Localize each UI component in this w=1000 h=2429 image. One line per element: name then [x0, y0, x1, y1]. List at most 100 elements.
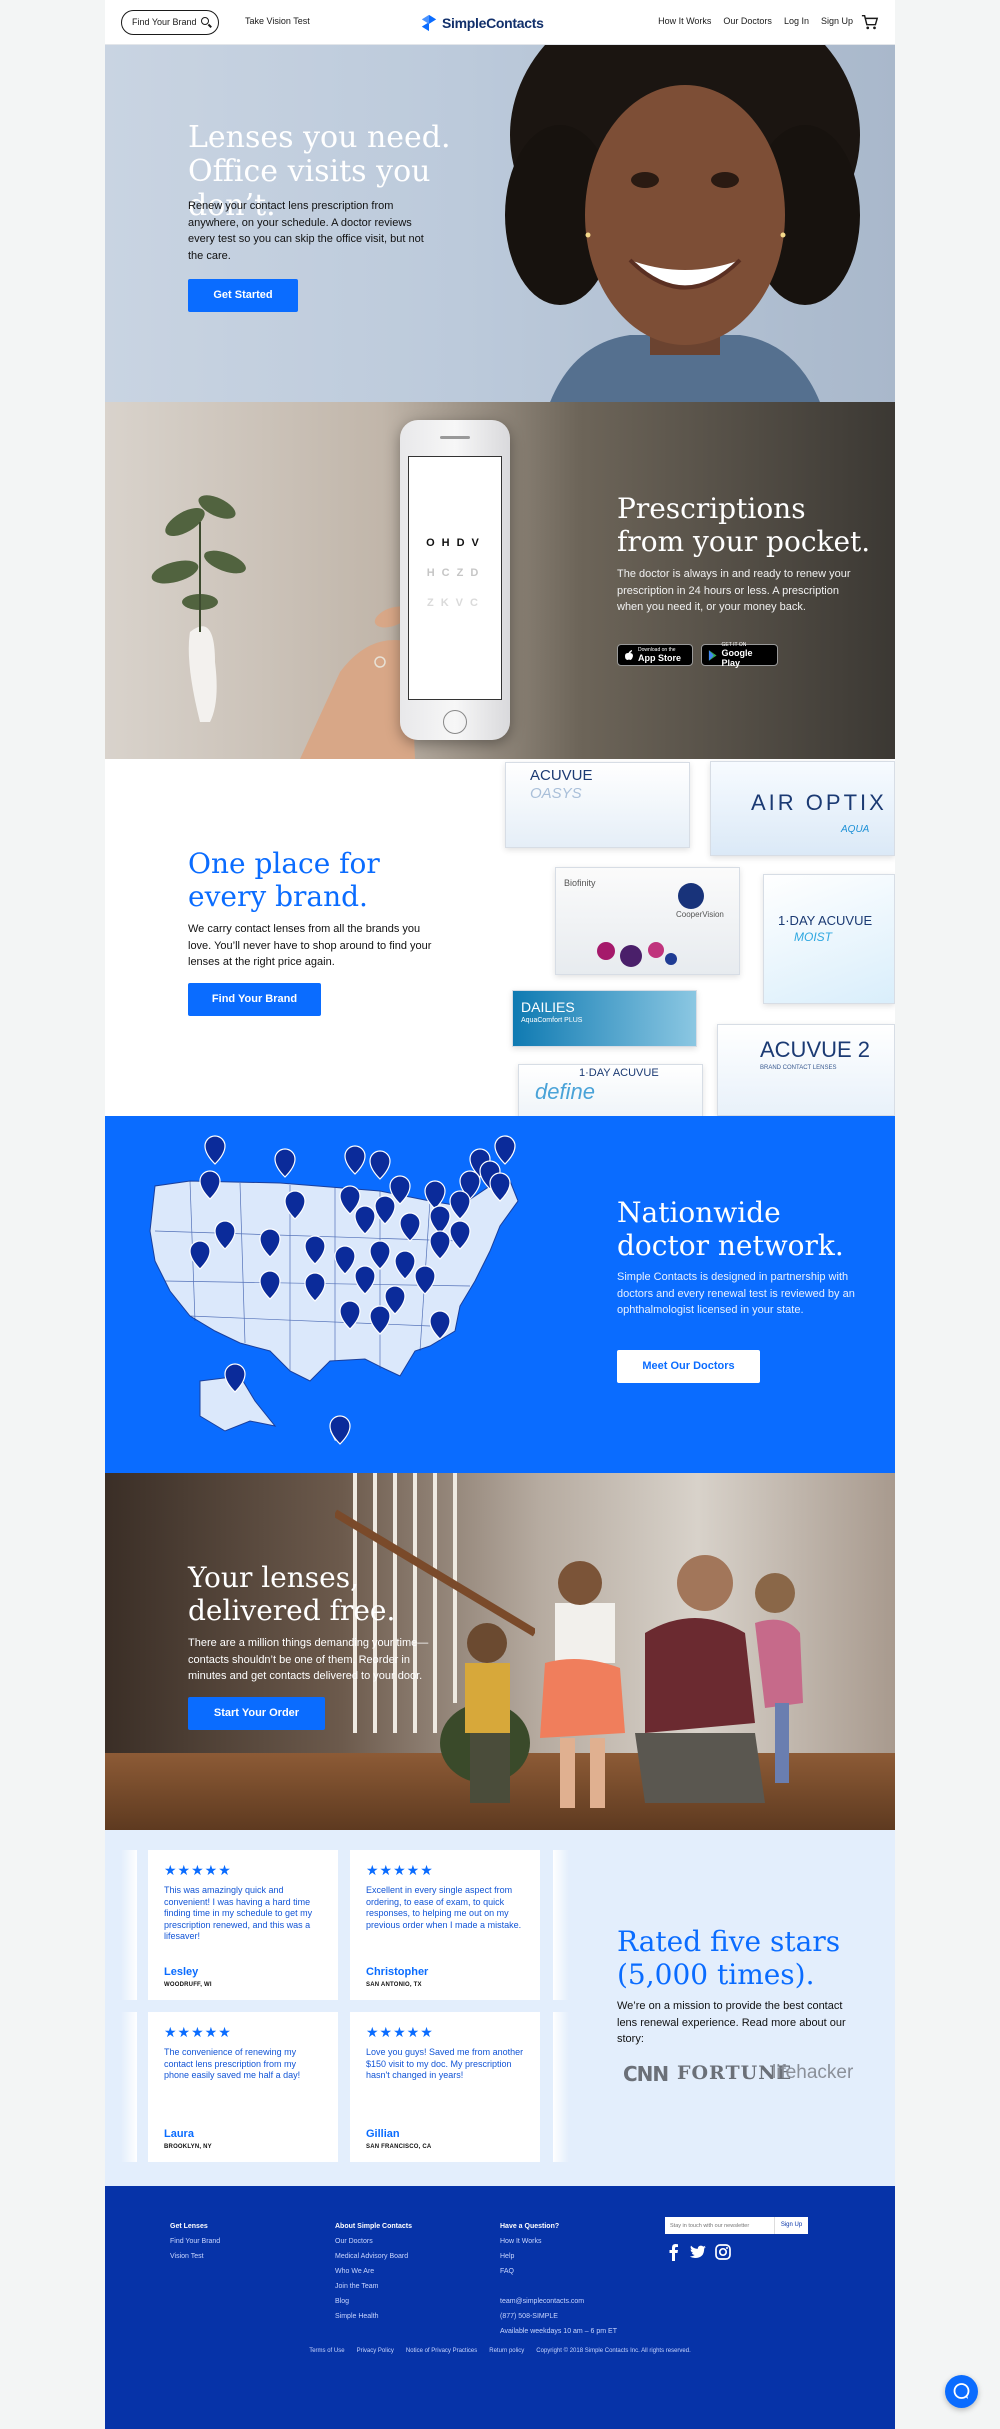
google-play-icon	[708, 649, 717, 661]
footer-link-join-team[interactable]: Join the Team	[335, 2279, 412, 2294]
footer-phone-link[interactable]: (877) 508-SIMPLE	[500, 2309, 617, 2324]
chat-widget-button[interactable]	[945, 2375, 978, 2408]
prescriptions-title: Prescriptions from your pocket.	[617, 492, 877, 558]
footer-link-blog[interactable]: Blog	[335, 2294, 412, 2309]
reviews-body: We’re on a mission to provide the best c…	[617, 2000, 846, 2045]
google-play-badge[interactable]: GET IT ON Google Play	[701, 642, 778, 668]
start-your-order-button[interactable]: Start Your Order	[188, 1697, 325, 1730]
footer-link-how-it-works[interactable]: How It Works	[500, 2234, 617, 2249]
brand-sub: AquaComfort PLUS	[521, 1017, 583, 1024]
review-card-partial-right	[553, 1850, 569, 2000]
brand-box-dailies[interactable]: DAILIES AquaComfort PLUS	[512, 990, 697, 1047]
brand-name: AIR OPTIX	[751, 790, 887, 815]
newsletter-email-input[interactable]	[665, 2217, 774, 2234]
doctors-title: Nationwide doctor network.	[617, 1196, 867, 1262]
review-text: The convenience of renewing my contact l…	[164, 2047, 301, 2080]
reviewer-location: WOODRUFF, WI	[164, 1982, 212, 1988]
footer-heading: About Simple Contacts	[335, 2223, 413, 2230]
footer-link-faq[interactable]: FAQ	[500, 2264, 617, 2279]
privacy-policy-link[interactable]: Privacy Policy	[357, 2348, 394, 2354]
five-star-rating: ★★★★★	[366, 1862, 434, 1878]
press-logo-lifehacker[interactable]: lifehacker	[772, 2062, 853, 2084]
brand-name: 1·DAY ACUVUE	[579, 1067, 659, 1079]
brand-sub: MOIST	[794, 930, 832, 944]
reviewer-location: SAN FRANCISCO, CA	[366, 2144, 432, 2150]
brands-title-line1: One place for	[188, 847, 380, 880]
cart-icon[interactable]	[861, 13, 879, 31]
brand-box-acuvue-define[interactable]: 1·DAY ACUVUE define	[518, 1064, 703, 1116]
apple-icon	[625, 650, 633, 660]
newsletter-form: Sign Up	[665, 2217, 808, 2234]
reviewer-name: Lesley	[164, 1966, 199, 1978]
brand-name: ACUVUE	[530, 767, 593, 784]
five-star-rating: ★★★★★	[366, 2024, 434, 2040]
footer-col-about: About Simple Contacts Our Doctors Medica…	[335, 2219, 412, 2324]
doctors-title-line2: doctor network.	[617, 1229, 844, 1262]
return-policy-link[interactable]: Return policy	[489, 2348, 524, 2354]
hero-section: Lenses you need. Office visits you don’t…	[105, 45, 895, 402]
copyright-text: Copyright © 2018 Simple Contacts Inc. Al…	[536, 2348, 691, 2354]
newsletter-sign-up-button[interactable]: Sign Up	[774, 2217, 808, 2234]
google-play-label: Google Play	[721, 648, 753, 668]
terms-of-use-link[interactable]: Terms of Use	[309, 2348, 344, 2354]
footer-link-find-brand[interactable]: Find Your Brand	[170, 2234, 220, 2249]
footer-link-simple-health[interactable]: Simple Health	[335, 2309, 412, 2324]
brands-title: One place for every brand.	[188, 847, 438, 913]
footer-link-medical-board[interactable]: Medical Advisory Board	[335, 2249, 412, 2264]
brand-sub: define	[535, 1079, 595, 1104]
facebook-icon[interactable]	[665, 2243, 683, 2261]
get-started-button[interactable]: Get Started	[188, 279, 298, 312]
review-text: Excellent in every single aspect from or…	[366, 1885, 522, 1930]
nav-our-doctors[interactable]: Our Doctors	[723, 16, 772, 26]
footer-heading: Have a Question?	[500, 2223, 560, 2230]
brand-box-acuvue-moist[interactable]: 1·DAY ACUVUE MOIST	[763, 874, 895, 1004]
instagram-icon[interactable]	[714, 2243, 732, 2261]
logo[interactable]: SimpleContacts	[420, 12, 544, 34]
meet-our-doctors-button[interactable]: Meet Our Doctors	[617, 1350, 760, 1383]
footer-legal: Terms of Use Privacy Policy Notice of Pr…	[105, 2348, 895, 2354]
nav-sign-up[interactable]: Sign Up	[821, 16, 853, 26]
press-logo-cnn[interactable]: CNN	[623, 2062, 669, 2086]
find-your-brand-button[interactable]: Find Your Brand	[188, 983, 321, 1016]
app-store-badge[interactable]: Download on the App Store	[617, 644, 693, 666]
reviews-title-line1: Rated five stars	[617, 1925, 841, 1958]
main-nav: How It Works Our Doctors Log In Sign Up	[658, 16, 853, 26]
review-card-partial-left	[121, 1850, 137, 2000]
family-photo	[440, 1555, 803, 1808]
review-card-partial-right	[553, 2012, 569, 2162]
brand-sub: OASYS	[530, 785, 582, 802]
phone-mockup: OHDV HCZD ZKVC	[400, 420, 510, 740]
review-text: Love you guys! Saved me from another $15…	[366, 2047, 524, 2080]
brand-box-air-optix[interactable]: AIR OPTIX AQUA	[710, 761, 895, 856]
reviewer-name: Christopher	[366, 1966, 429, 1978]
nav-how-it-works[interactable]: How It Works	[658, 16, 711, 26]
app-store-label: App Store	[638, 653, 682, 663]
reviewer-name: Laura	[164, 2128, 194, 2140]
footer-link-vision-test[interactable]: Vision Test	[170, 2249, 220, 2264]
privacy-practices-link[interactable]: Notice of Privacy Practices	[406, 2348, 477, 2354]
review-card: ★★★★★ This was amazingly quick and conve…	[148, 1850, 338, 2000]
nav-log-in[interactable]: Log In	[784, 16, 809, 26]
site-footer: Get Lenses Find Your Brand Vision Test A…	[105, 2186, 895, 2429]
footer-link-help[interactable]: Help	[500, 2249, 617, 2264]
footer-col-question: Have a Question? How It Works Help FAQ t…	[500, 2219, 617, 2339]
brand-box-biofinity[interactable]: Biofinity CooperVision	[555, 867, 740, 975]
vision-test-link[interactable]: Take Vision Test	[245, 16, 310, 26]
eye-chart-row-1: OHDV	[426, 537, 486, 549]
footer-link-our-doctors[interactable]: Our Doctors	[335, 2234, 412, 2249]
hero-body: Renew your contact lens prescription fro…	[188, 200, 424, 262]
find-brand-search-button[interactable]: Find Your Brand	[121, 10, 219, 35]
brand-box-acuvue-2[interactable]: ACUVUE 2 BRAND CONTACT LENSES	[717, 1024, 895, 1116]
twitter-icon[interactable]	[689, 2243, 707, 2261]
footer-email-link[interactable]: team@simplecontacts.com	[500, 2294, 617, 2309]
doctors-title-line1: Nationwide	[617, 1196, 781, 1229]
us-map-illustration	[149, 1135, 519, 1445]
prescriptions-title-line2: from your pocket.	[617, 525, 871, 558]
brand-box-acuvue-oasys[interactable]: ACUVUE OASYS	[505, 762, 690, 848]
footer-link-who-we-are[interactable]: Who We Are	[335, 2264, 412, 2279]
reviews-title: Rated five stars (5,000 times).	[617, 1925, 867, 1991]
footer-col-get-lenses: Get Lenses Find Your Brand Vision Test	[170, 2219, 220, 2264]
site-header: Find Your Brand Take Vision Test SimpleC…	[105, 0, 895, 45]
prescriptions-section: OHDV HCZD ZKVC Prescriptions from your p…	[105, 402, 895, 759]
brands-body: We carry contact lenses from all the bra…	[188, 923, 432, 968]
